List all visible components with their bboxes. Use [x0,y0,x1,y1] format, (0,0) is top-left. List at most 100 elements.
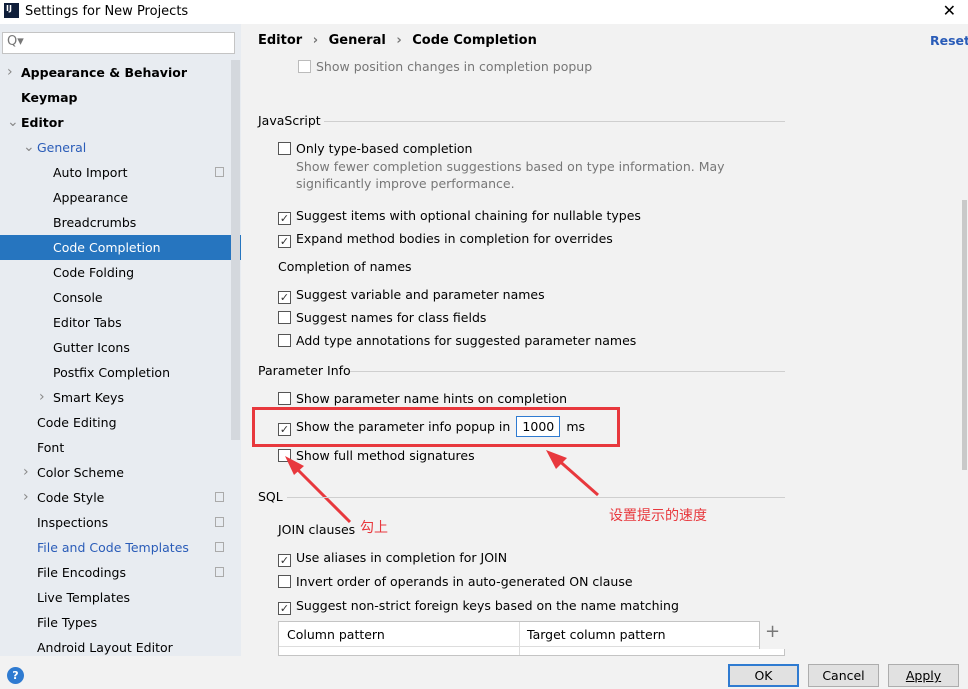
column-header-target-column-pattern[interactable]: Target column pattern [527,627,666,642]
help-icon[interactable]: ? [7,667,24,684]
section-sql: SQL [258,489,283,504]
sidebar-item-label: Postfix Completion [53,365,170,380]
sidebar-item[interactable]: ⌄ Editor [0,110,241,135]
copy-settings-icon [215,517,224,527]
non-strict-keys-option[interactable]: ✓ Suggest non-strict foreign keys based o… [278,598,679,615]
checkbox-checked[interactable]: ✓ [278,554,291,567]
sidebar-item[interactable]: File Types [0,610,241,635]
sidebar-item[interactable]: Auto Import [0,160,241,185]
sidebar-item-label: Appearance [53,190,129,205]
sidebar-item[interactable]: Postfix Completion [0,360,241,385]
suggest-class-fields-option[interactable]: Suggest names for class fields [278,310,486,325]
breadcrumb-code-completion: Code Completion [412,33,537,48]
add-row-button[interactable]: + [759,621,785,649]
sidebar-item[interactable]: ⌄ General [0,135,241,160]
chevron-right-icon[interactable]: › [23,485,29,510]
option-label: Show parameter name hints on completion [296,391,568,406]
sidebar-item-label: Appearance & Behavior [21,65,187,80]
breadcrumb-editor[interactable]: Editor [258,33,302,48]
checkbox[interactable] [278,392,291,405]
copy-settings-icon [215,492,224,502]
checkbox[interactable] [278,311,291,324]
search-input[interactable]: Q▾ [2,32,235,54]
sidebar-item[interactable]: Console [0,285,241,310]
checkbox-checked[interactable]: ✓ [278,235,291,248]
parameter-name-hints-option[interactable]: Show parameter name hints on completion [278,391,567,406]
sidebar-item[interactable]: Inspections [0,510,241,535]
option-label: Suggest items with optional chaining for… [296,208,641,223]
sidebar-item[interactable]: Font [0,435,241,460]
section-parameter-info: Parameter Info [258,363,351,378]
sidebar-item-label: Inspections [37,515,109,530]
invert-operands-option[interactable]: Invert order of operands in auto-generat… [278,574,633,589]
sidebar-item-label: Color Scheme [37,465,124,480]
sidebar-item[interactable]: Code Folding [0,260,241,285]
checkbox[interactable] [278,575,291,588]
position-changes-option[interactable]: Show position changes in completion popu… [298,59,592,74]
cancel-button[interactable]: Cancel [808,664,879,687]
optional-chaining-option[interactable]: ✓ Suggest items with optional chaining fo… [278,208,641,225]
ok-button[interactable]: OK [728,664,799,687]
apply-button[interactable]: Apply [888,664,959,687]
column-divider [519,622,520,655]
option-label: Suggest names for class fields [296,310,487,325]
content-scrollbar[interactable] [962,200,967,470]
sidebar-item[interactable]: › Smart Keys [0,385,241,410]
option-label: Use aliases in completion for JOIN [296,550,508,565]
sidebar-item[interactable]: › Code Style [0,485,241,510]
sidebar-item[interactable]: Code Completion [0,235,241,260]
sidebar-item[interactable]: Live Templates [0,585,241,610]
sidebar-scrollbar[interactable] [231,60,240,440]
use-aliases-option[interactable]: ✓ Use aliases in completion for JOIN [278,550,507,567]
sidebar-item-label: File Encodings [37,565,127,580]
checkbox-checked[interactable]: ✓ [278,602,291,615]
join-clauses-heading: JOIN clauses [278,522,356,537]
add-type-annotations-option[interactable]: Add type annotations for suggested param… [278,333,636,348]
option-description: significantly improve performance. [296,176,515,191]
suggest-variable-option[interactable]: ✓ Suggest variable and parameter names [278,287,545,304]
checkbox[interactable] [278,334,291,347]
chevron-right-icon[interactable]: › [7,60,13,85]
search-icon: Q▾ [7,34,24,49]
sidebar-item-label: Code Completion [53,240,161,255]
header-divider [279,646,784,647]
sidebar-item[interactable]: Code Editing [0,410,241,435]
sidebar-item[interactable]: Breadcrumbs [0,210,241,235]
completion-of-names-heading: Completion of names [278,259,412,274]
checkbox[interactable] [298,60,311,73]
checkbox-checked[interactable]: ✓ [278,212,291,225]
annotation-arrow-speed [546,450,599,497]
sidebar-item-label: General [37,140,87,155]
breadcrumb: Editor › General › Code Completion [258,33,537,48]
sidebar-item-label: Code Style [37,490,105,505]
chevron-right-icon[interactable]: › [39,385,45,410]
checkbox[interactable] [278,142,291,155]
checkbox-checked[interactable]: ✓ [278,291,291,304]
chevron-right-icon[interactable]: › [23,460,29,485]
divider [350,371,785,372]
only-type-based-option[interactable]: Only type-based completion [278,141,472,156]
column-pattern-table[interactable]: Column pattern Target column pattern [278,621,785,656]
chevron-down-icon[interactable]: ⌄ [23,135,35,160]
expand-bodies-option[interactable]: ✓ Expand method bodies in completion for … [278,231,613,248]
sidebar-item[interactable]: File and Code Templates [0,535,241,560]
sidebar-item[interactable]: Gutter Icons [0,335,241,360]
sidebar-item-label: File Types [37,615,98,630]
sidebar-item[interactable]: › Appearance & Behavior [0,60,241,85]
column-header-column-pattern[interactable]: Column pattern [287,627,385,642]
option-label: Only type-based completion [296,141,473,156]
annotation-speed-text: 设置提示的速度 [609,508,707,524]
reset-link[interactable]: Reset [930,33,968,48]
divider [324,121,785,122]
breadcrumb-general[interactable]: General [329,33,386,48]
close-icon[interactable]: ✕ [943,1,956,20]
sidebar-item[interactable]: File Encodings [0,560,241,585]
sidebar-item[interactable]: Appearance [0,185,241,210]
sidebar-item[interactable]: Editor Tabs [0,310,241,335]
sidebar-item[interactable]: Keymap [0,85,241,110]
chevron-down-icon[interactable]: ⌄ [7,110,19,135]
window-title: Settings for New Projects [25,4,189,19]
annotation-arrow-check [285,456,352,524]
copy-settings-icon [215,567,224,577]
sidebar-item[interactable]: › Color Scheme [0,460,241,485]
